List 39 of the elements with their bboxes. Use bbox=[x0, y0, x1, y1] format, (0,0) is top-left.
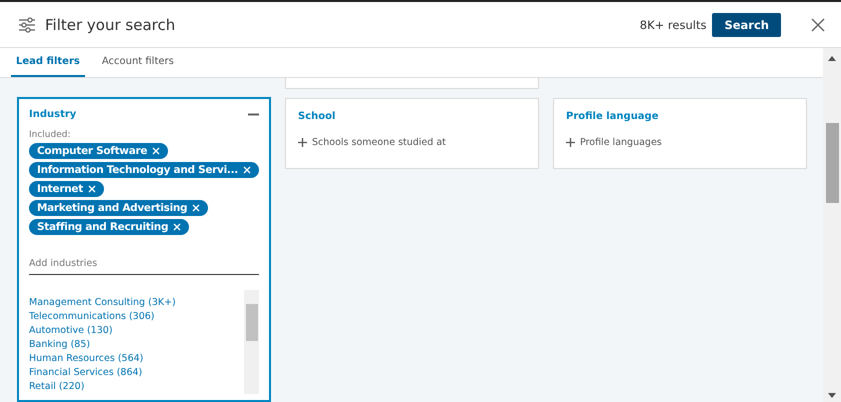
add-link[interactable]: Profile languages bbox=[580, 137, 662, 148]
included-label: Included: bbox=[29, 130, 72, 140]
remove-icon[interactable] bbox=[173, 223, 182, 231]
suggestion-item[interactable]: Telecommunications (306) bbox=[29, 310, 244, 324]
suggestion-item[interactable]: Banking (85) bbox=[29, 338, 244, 352]
tag-label: Staffing and Recruiting bbox=[37, 221, 168, 233]
tag-label: Information Technology and Servi... bbox=[37, 164, 238, 176]
scroll-thumb[interactable] bbox=[246, 304, 258, 341]
close-icon[interactable] bbox=[811, 18, 825, 32]
suggestion-item[interactable]: Retail (220) bbox=[29, 380, 244, 394]
remove-icon[interactable] bbox=[242, 166, 251, 174]
remove-icon[interactable] bbox=[88, 185, 96, 193]
results-count: 8K+ results bbox=[640, 18, 706, 32]
remove-icon[interactable] bbox=[152, 147, 160, 155]
plus-icon[interactable] bbox=[298, 138, 307, 147]
search-button[interactable]: Search bbox=[712, 12, 781, 36]
scroll-up-icon[interactable] bbox=[828, 56, 836, 61]
scrollbar[interactable] bbox=[823, 48, 841, 402]
remove-icon[interactable] bbox=[192, 204, 200, 212]
suggestion-item[interactable]: Human Resources (564) bbox=[29, 352, 244, 366]
filter-title[interactable]: School bbox=[298, 111, 526, 122]
scroll-thumb[interactable] bbox=[826, 123, 838, 203]
sliders-icon bbox=[18, 16, 36, 32]
filter-title[interactable]: Industry bbox=[29, 109, 76, 120]
minus-icon[interactable] bbox=[248, 113, 259, 116]
suggestion-item[interactable]: Automotive (130) bbox=[29, 324, 244, 338]
filter-title[interactable]: Profile language bbox=[566, 111, 794, 122]
add-link[interactable]: Schools someone studied at bbox=[312, 137, 446, 148]
tag-label: Internet bbox=[37, 183, 83, 195]
filter-tab[interactable]: Account filters bbox=[96, 48, 179, 77]
scrollbar[interactable] bbox=[244, 290, 259, 394]
tag-label: Computer Software bbox=[37, 145, 148, 157]
input-field[interactable]: Add industries bbox=[29, 258, 259, 275]
scroll-down-icon[interactable] bbox=[828, 393, 836, 398]
suggestion-item[interactable]: Management Consulting (3K+) bbox=[29, 296, 244, 310]
suggestion-item[interactable]: Financial Services (864) bbox=[29, 366, 244, 380]
plus-icon[interactable] bbox=[566, 138, 575, 147]
tag-label: Marketing and Advertising bbox=[37, 202, 188, 214]
dialog-title: Filter your search bbox=[45, 16, 176, 34]
